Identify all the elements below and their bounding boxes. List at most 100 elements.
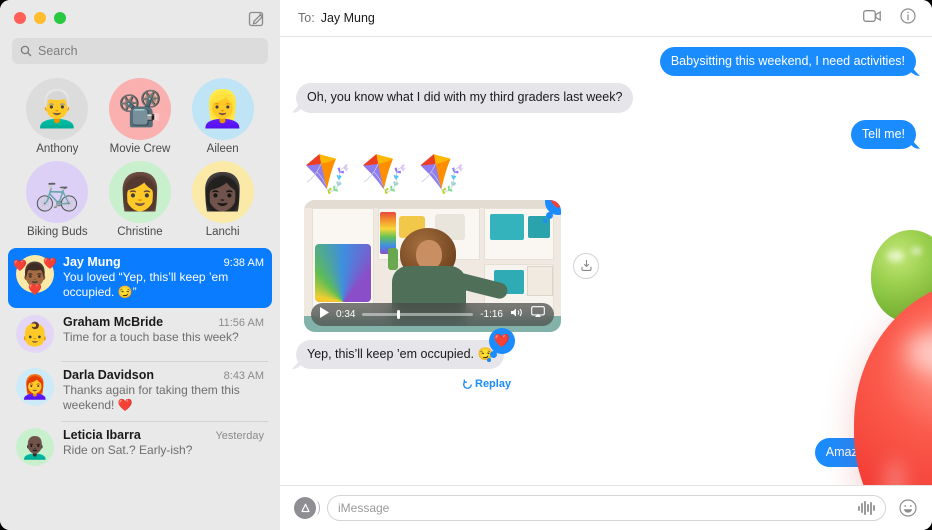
chat-header: To: Jay Mung <box>280 0 932 37</box>
video-elapsed-time: 0:34 <box>336 308 356 320</box>
to-label: To: <box>298 11 315 25</box>
pinned-contact-label: Movie Crew <box>109 143 171 155</box>
conversation-header: Leticia Ibarra Yesterday <box>63 428 264 442</box>
message-bubble-incoming[interactable]: Yep, this’ll keep ’em occupied. 😏 <box>296 339 505 369</box>
replay-icon <box>463 379 472 389</box>
video-message-row: 0:34 -1:16 ❤️ <box>296 199 916 332</box>
avatar[interactable]: 👩 <box>108 161 171 223</box>
message-bubble-outgoing[interactable]: Babysitting this weekend, I need activit… <box>659 47 916 77</box>
conversation-pane: To: Jay Mung Babysitting this weekend, I… <box>280 0 932 530</box>
avatar: 👨🏾 ❤️ ❤️ ❤️ <box>13 255 57 296</box>
video-scrubber[interactable] <box>362 309 474 319</box>
message-row: Tell me! <box>296 119 916 149</box>
avatar[interactable]: 👩🏿 <box>191 161 254 223</box>
final-message-row: Amazing idea! <box>296 438 916 468</box>
video-controls[interactable]: 0:34 -1:16 <box>311 302 554 326</box>
window-controls <box>14 12 66 24</box>
avatar: 👶 <box>16 315 54 353</box>
message-bubble-outgoing[interactable]: Tell me! <box>850 119 916 149</box>
imessage-input[interactable]: iMessage <box>327 495 886 521</box>
pinned-contact-label: Lanchi <box>205 226 240 238</box>
conversation-header: Jay Mung 9:38 AM <box>63 255 264 269</box>
recipient-name[interactable]: Jay Mung <box>321 11 375 25</box>
emoji-icon[interactable] <box>897 498 918 519</box>
conversation-header: Darla Davidson 8:43 AM <box>63 368 264 382</box>
tapback-heart-last[interactable]: ❤️ <box>487 327 515 362</box>
conversation-time: 8:43 AM <box>223 370 264 382</box>
avatar[interactable]: 🚲 <box>26 161 89 223</box>
replay-button[interactable]: Replay <box>462 378 511 390</box>
airplay-icon[interactable] <box>531 305 545 323</box>
avatar[interactable]: 👨‍🦳 <box>26 78 89 140</box>
imessage-placeholder: iMessage <box>338 501 390 515</box>
tapback-heart[interactable]: ❤️ <box>543 199 561 223</box>
messages-window: Search 👨‍🦳 Anthony 📽️ Movie Crew 👱‍♀️ Aileen 🚲… <box>0 0 932 530</box>
pinned-contact-label: Biking Buds <box>26 226 88 238</box>
avatar: 👨🏿‍🦲 <box>16 428 54 466</box>
conversation-body: Graham McBride 11:56 AM Time for a touch b… <box>63 315 264 353</box>
download-icon[interactable] <box>573 252 599 279</box>
header-actions <box>863 7 916 29</box>
kite-emoji-message: 🪁🪁🪁 <box>304 153 476 196</box>
message-thread: Babysitting this weekend, I need activit… <box>280 37 932 485</box>
message-bubble-outgoing-final[interactable]: Amazing idea! <box>814 438 916 468</box>
message-list: Babysitting this weekend, I need activit… <box>296 47 916 149</box>
avatar[interactable]: 👱‍♀️ <box>191 78 254 140</box>
message-input-bar: iMessage <box>280 485 932 530</box>
scrubber-knob[interactable] <box>396 309 400 319</box>
pinned-contact-label: Anthony <box>36 143 79 155</box>
pinned-contact[interactable]: 👩 Christine <box>101 161 179 238</box>
info-icon[interactable] <box>900 7 916 29</box>
replay-label: Replay <box>475 378 512 390</box>
search-input[interactable]: Search <box>12 38 268 64</box>
conversation-preview: Time for a touch base this week? <box>63 330 239 344</box>
pinned-contacts: 👨‍🦳 Anthony 📽️ Movie Crew 👱‍♀️ Aileen 🚲 Biking … <box>0 74 280 244</box>
conversation-time: Yesterday <box>215 430 264 442</box>
conversation-preview: Ride on Sat.? Early-ish? <box>63 443 193 457</box>
minimize-button[interactable] <box>34 12 46 24</box>
message-row: Babysitting this weekend, I need activit… <box>296 47 916 77</box>
facetime-video-icon[interactable] <box>863 9 882 28</box>
conversation-body: Leticia Ibarra Yesterday Ride on Sat.? Ear… <box>63 428 264 466</box>
pinned-contact[interactable]: 🚲 Biking Buds <box>18 161 96 238</box>
search-container: Search <box>0 36 280 74</box>
pinned-contact[interactable]: 👱‍♀️ Aileen <box>184 78 262 155</box>
audio-waveform-icon[interactable] <box>857 501 875 515</box>
conversation-time: 11:56 AM <box>218 317 264 329</box>
titlebar <box>0 0 280 36</box>
avatar: 👩‍🦰 <box>16 368 54 406</box>
pinned-contact-label: Christine <box>117 226 163 238</box>
play-icon[interactable] <box>320 305 329 323</box>
conversation-item[interactable]: 👨🏿‍🦲 Leticia Ibarra Yesterday Ride on Sat.?… <box>8 421 272 474</box>
pinned-contact[interactable]: 📽️ Movie Crew <box>101 78 179 155</box>
message-row: Oh, you know what I did with my third gr… <box>296 83 916 113</box>
volume-icon[interactable] <box>510 305 524 323</box>
pinned-contact-label: Aileen <box>206 143 239 155</box>
conversation-name: Graham McBride <box>63 315 164 329</box>
conversation-body: Jay Mung 9:38 AM You loved “Yep, this’ll k… <box>63 255 264 300</box>
avatar[interactable]: 📽️ <box>108 78 171 140</box>
conversation-preview: Thanks again for taking them this weeken… <box>63 383 240 412</box>
conversation-body: Darla Davidson 8:43 AM Thanks again for ta… <box>63 368 264 413</box>
pinned-contact[interactable]: 👩🏿 Lanchi <box>184 161 262 238</box>
conversation-item[interactable]: 👩‍🦰 Darla Davidson 8:43 AM Thanks again for… <box>8 361 272 421</box>
conversation-item[interactable]: 👨🏾 ❤️ ❤️ ❤️ Jay Mung 9:38 AM You loved “Yep, t… <box>8 248 272 308</box>
pinned-contact[interactable]: 👨‍🦳 Anthony <box>18 78 96 155</box>
search-placeholder: Search <box>38 44 78 58</box>
compose-icon[interactable] <box>246 8 266 28</box>
conversation-name: Leticia Ibarra <box>63 428 141 442</box>
conversation-item[interactable]: 👶 Graham McBride 11:56 AM Time for a touch … <box>8 308 272 361</box>
conversation-preview: You loved “Yep, this’ll keep ’em occupie… <box>63 270 229 299</box>
message-bubble-incoming[interactable]: Oh, you know what I did with my third gr… <box>296 83 634 113</box>
search-icon <box>20 45 32 57</box>
close-button[interactable] <box>14 12 26 24</box>
conversation-name: Jay Mung <box>63 255 121 269</box>
conversation-time: 9:38 AM <box>223 257 264 269</box>
sidebar: Search 👨‍🦳 Anthony 📽️ Movie Crew 👱‍♀️ Aileen 🚲… <box>0 0 280 530</box>
appstore-icon[interactable] <box>294 497 320 519</box>
delivery-status: Delivered <box>869 472 912 484</box>
zoom-button[interactable] <box>54 12 66 24</box>
conversation-list: 👨🏾 ❤️ ❤️ ❤️ Jay Mung 9:38 AM You loved “Yep, t… <box>0 244 280 530</box>
video-remaining-time: -1:16 <box>480 308 503 320</box>
video-attachment[interactable]: 0:34 -1:16 ❤️ <box>304 199 561 332</box>
